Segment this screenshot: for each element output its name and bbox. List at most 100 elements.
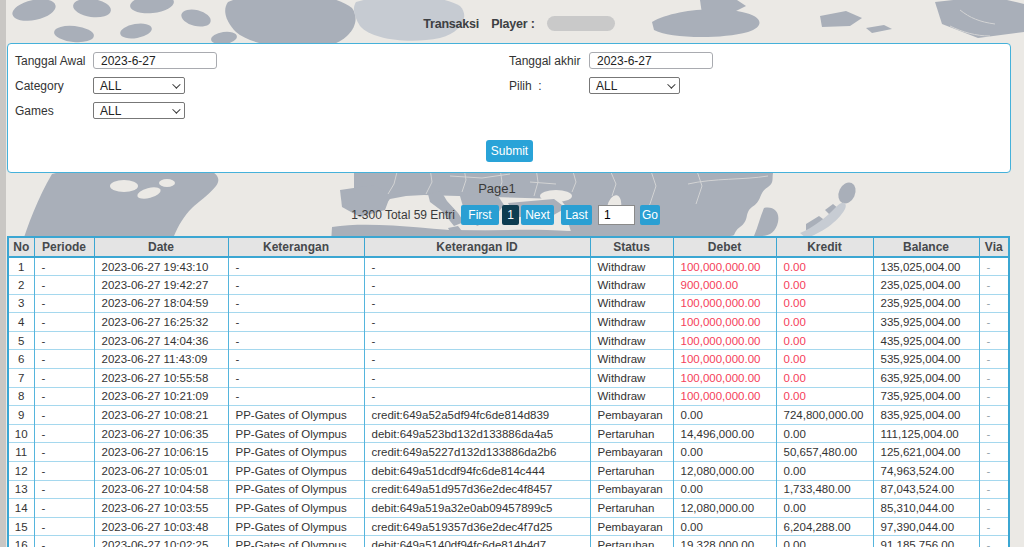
tanggal-awal-label: Tanggal Awal [15, 54, 86, 68]
cell-debet: 100,000,000.00 [673, 313, 776, 332]
cell-keterangan-id: credit:649a52a5df94fc6de814d839 [364, 406, 590, 425]
cell-status: Pertaruhan [590, 499, 673, 518]
cell-no: 16 [8, 536, 34, 547]
cell-date: 2023-06-27 10:05:01 [94, 462, 228, 481]
cell-via: - [979, 350, 1009, 369]
games-select[interactable]: ALL [93, 102, 185, 119]
tanggal-akhir-input[interactable] [589, 52, 713, 69]
cell-balance: 85,310,044.00 [873, 499, 979, 518]
cell-periode: - [34, 499, 94, 518]
cell-keterangan-id: - [364, 257, 590, 276]
cell-kredit: 1,733,480.00 [776, 480, 873, 499]
column-header-keterangan: Keterangan [228, 237, 364, 257]
table-row: 2-2023-06-27 19:42:27--Withdraw900,000.0… [8, 276, 1009, 295]
cell-debet: 100,000,000.00 [673, 331, 776, 350]
current-page-button[interactable]: 1 [502, 205, 519, 225]
category-select[interactable]: ALL [93, 77, 185, 94]
cell-keterangan: - [228, 331, 364, 350]
column-header-debet: Debet [673, 237, 776, 257]
submit-button[interactable]: Submit [486, 140, 533, 162]
cell-via: - [979, 424, 1009, 443]
goto-page-input[interactable] [598, 205, 635, 225]
cell-debet: 19,328,000.00 [673, 536, 776, 547]
cell-keterangan-id: - [364, 313, 590, 332]
cell-kredit: 6,204,288.00 [776, 517, 873, 536]
cell-status: Pembayaran [590, 517, 673, 536]
cell-keterangan-id: - [364, 350, 590, 369]
cell-keterangan: - [228, 387, 364, 406]
cell-balance: 235,025,004.00 [873, 276, 979, 295]
cell-status: Pembayaran [590, 480, 673, 499]
first-page-button[interactable]: First [461, 205, 499, 225]
cell-balance: 125,621,004.00 [873, 443, 979, 462]
table-header-row: NoPeriodeDateKeteranganKeterangan IDStat… [8, 237, 1009, 257]
category-label: Category [15, 79, 64, 93]
cell-no: 14 [8, 499, 34, 518]
last-page-button[interactable]: Last [561, 205, 592, 225]
table-row: 12-2023-06-27 10:05:01PP-Gates of Olympu… [8, 462, 1009, 481]
cell-keterangan: PP-Gates of Olympus [228, 517, 364, 536]
column-header-periode: Periode [34, 237, 94, 257]
cell-date: 2023-06-27 10:02:25 [94, 536, 228, 547]
cell-balance: 335,925,004.00 [873, 313, 979, 332]
cell-debet: 100,000,000.00 [673, 257, 776, 276]
cell-debet: 900,000.00 [673, 276, 776, 295]
column-header-keterangan-id: Keterangan ID [364, 237, 590, 257]
cell-balance: 535,925,004.00 [873, 350, 979, 369]
cell-balance: 87,043,524.00 [873, 480, 979, 499]
cell-via: - [979, 276, 1009, 295]
cell-date: 2023-06-27 10:06:15 [94, 443, 228, 462]
cell-periode: - [34, 369, 94, 388]
cell-via: - [979, 480, 1009, 499]
column-header-kredit: Kredit [776, 237, 873, 257]
table-row: 4-2023-06-27 16:25:32--Withdraw100,000,0… [8, 313, 1009, 332]
cell-keterangan-id: - [364, 387, 590, 406]
cell-kredit: 0.00 [776, 331, 873, 350]
transactions-table: NoPeriodeDateKeteranganKeterangan IDStat… [7, 236, 1010, 547]
cell-periode: - [34, 462, 94, 481]
cell-no: 6 [8, 350, 34, 369]
cell-keterangan-id: credit:649a5227d132d133886da2b6 [364, 443, 590, 462]
cell-debet: 0.00 [673, 443, 776, 462]
cell-kredit: 0.00 [776, 276, 873, 295]
cell-no: 10 [8, 424, 34, 443]
cell-balance: 835,925,004.00 [873, 406, 979, 425]
table-row: 11-2023-06-27 10:06:15PP-Gates of Olympu… [8, 443, 1009, 462]
cell-balance: 97,390,044.00 [873, 517, 979, 536]
cell-periode: - [34, 517, 94, 536]
cell-no: 8 [8, 387, 34, 406]
cell-debet: 0.00 [673, 406, 776, 425]
cell-no: 4 [8, 313, 34, 332]
tanggal-akhir-label: Tanggal akhir [509, 54, 580, 68]
games-select-value: ALL [100, 104, 121, 118]
category-select-value: ALL [100, 79, 121, 93]
go-button[interactable]: Go [640, 205, 660, 225]
next-page-button[interactable]: Next [521, 205, 554, 225]
table-row: 10-2023-06-27 10:06:35PP-Gates of Olympu… [8, 424, 1009, 443]
pilih-select-value: ALL [596, 79, 617, 93]
table-row: 5-2023-06-27 14:04:36--Withdraw100,000,0… [8, 331, 1009, 350]
pilih-select[interactable]: ALL [589, 77, 680, 94]
cell-status: Withdraw [590, 387, 673, 406]
cell-date: 2023-06-27 16:25:32 [94, 313, 228, 332]
cell-balance: 735,925,004.00 [873, 387, 979, 406]
cell-via: - [979, 443, 1009, 462]
cell-status: Pertaruhan [590, 462, 673, 481]
cell-date: 2023-06-27 14:04:36 [94, 331, 228, 350]
cell-periode: - [34, 406, 94, 425]
cell-keterangan-id: - [364, 331, 590, 350]
cell-no: 2 [8, 276, 34, 295]
cell-periode: - [34, 294, 94, 313]
cell-periode: - [34, 536, 94, 547]
cell-periode: - [34, 257, 94, 276]
table-row: 7-2023-06-27 10:55:58--Withdraw100,000,0… [8, 369, 1009, 388]
cell-status: Withdraw [590, 350, 673, 369]
cell-via: - [979, 257, 1009, 276]
cell-no: 15 [8, 517, 34, 536]
cell-debet: 12,080,000.00 [673, 462, 776, 481]
filter-panel: Tanggal Awal Tanggal akhir Category ALL … [7, 43, 1011, 173]
cell-balance: 435,925,004.00 [873, 331, 979, 350]
cell-no: 7 [8, 369, 34, 388]
tanggal-awal-input[interactable] [93, 52, 217, 69]
cell-periode: - [34, 313, 94, 332]
